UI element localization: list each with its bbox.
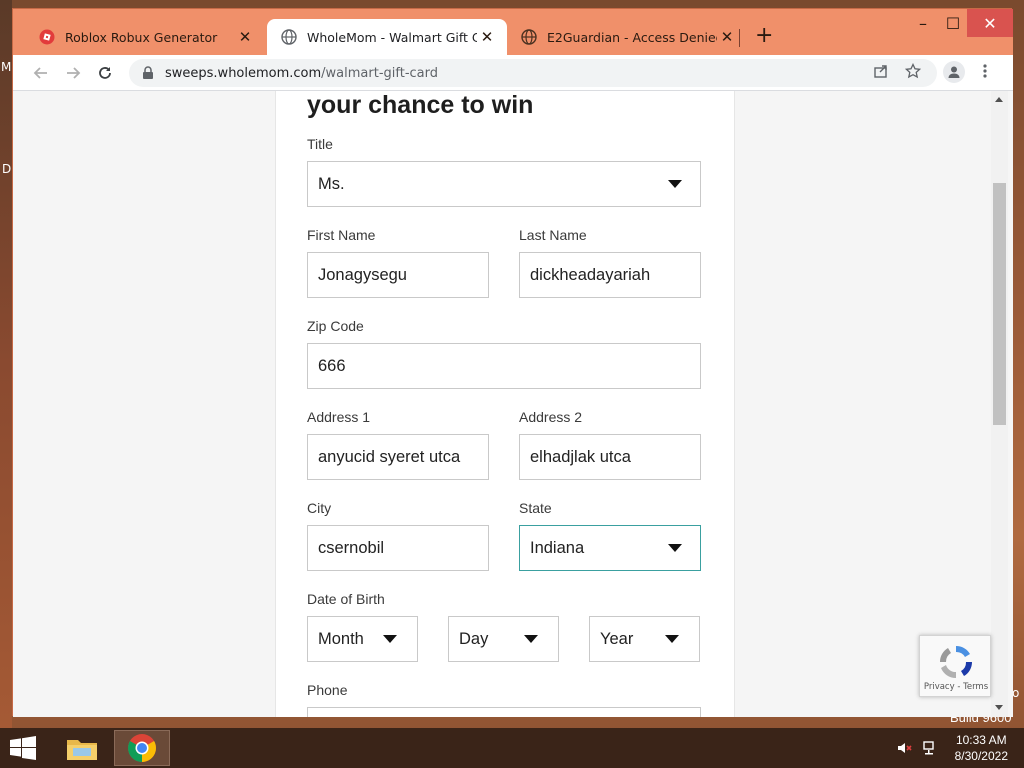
- new-tab-button[interactable]: +: [755, 25, 773, 47]
- address2-field[interactable]: elhadjlak utca: [519, 434, 701, 480]
- bookmark-star-icon[interactable]: [903, 61, 923, 81]
- tab-strip: Roblox Robux Generator ✕ WholeMom - Walm…: [13, 9, 1013, 55]
- dob-year-select[interactable]: Year: [589, 616, 700, 662]
- lock-icon: [143, 66, 153, 79]
- profile-avatar-icon[interactable]: [943, 61, 965, 83]
- dob-day-select[interactable]: Day: [448, 616, 559, 662]
- dob-month-value: Month: [318, 629, 364, 648]
- first-name-label: First Name: [307, 227, 376, 243]
- folder-icon: [67, 740, 97, 760]
- desktop-edge-text: o: [1012, 686, 1020, 700]
- forward-button[interactable]: [61, 61, 85, 85]
- back-button[interactable]: [29, 61, 53, 85]
- tab-e2guardian[interactable]: E2Guardian - Access Denied ✕: [507, 19, 747, 55]
- title-label: Title: [307, 136, 333, 152]
- title-select-value: Ms.: [318, 174, 345, 193]
- scroll-thumb[interactable]: [993, 183, 1006, 425]
- chevron-down-icon: [665, 635, 679, 643]
- tab-title: E2Guardian - Access Denied: [547, 29, 717, 45]
- url-path: /walmart-gift-card: [321, 65, 439, 81]
- title-select[interactable]: Ms.: [307, 161, 701, 207]
- clock-date: 8/30/2022: [954, 749, 1008, 763]
- desktop-edge-text: M: [1, 60, 12, 74]
- zip-code-label: Zip Code: [307, 318, 364, 334]
- share-icon[interactable]: [871, 61, 891, 81]
- tab-title: WholeMom - Walmart Gift Card: [307, 29, 477, 45]
- dob-month-select[interactable]: Month: [307, 616, 418, 662]
- dob-label: Date of Birth: [307, 591, 385, 607]
- vertical-scrollbar[interactable]: [991, 91, 1008, 717]
- more-menu-icon[interactable]: [975, 61, 995, 81]
- chrome-icon: [128, 734, 156, 762]
- windows-start-icon[interactable]: [8, 736, 38, 760]
- tab-roblox[interactable]: Roblox Robux Generator ✕: [25, 19, 265, 55]
- close-window-button[interactable]: ✕: [967, 9, 1013, 37]
- state-select-value: Indiana: [530, 538, 585, 557]
- minimize-button[interactable]: –: [909, 9, 937, 37]
- zip-code-field[interactable]: 666: [307, 343, 701, 389]
- first-name-field[interactable]: Jonagysegu: [307, 252, 489, 298]
- maximize-button[interactable]: ☐: [939, 9, 967, 37]
- globe-icon: [521, 29, 537, 45]
- scroll-up-arrow-icon[interactable]: [995, 97, 1003, 102]
- dob-day-value: Day: [459, 629, 489, 648]
- recaptcha-icon: [939, 645, 973, 679]
- address1-label: Address 1: [307, 409, 371, 425]
- arrow-right-icon: [67, 67, 81, 79]
- form-heading: your chance to win: [307, 91, 534, 119]
- phone-label: Phone: [307, 682, 348, 698]
- url-text: sweeps.wholemom.com/walmart-gift-card: [165, 66, 438, 81]
- file-explorer-taskbar-item[interactable]: [54, 730, 110, 766]
- chevron-down-icon: [668, 180, 682, 188]
- recaptcha-terms[interactable]: Privacy - Terms: [920, 682, 992, 692]
- chevron-down-icon: [524, 635, 538, 643]
- desktop-edge-text: D: [2, 162, 12, 176]
- speaker-muted-icon[interactable]: [896, 740, 912, 760]
- url-host: sweeps.wholemom.com: [165, 65, 322, 81]
- browser-window: Roblox Robux Generator ✕ WholeMom - Walm…: [12, 8, 1013, 717]
- taskbar: 10:33 AM 8/30/2022: [0, 728, 1024, 768]
- clock-time: 10:33 AM: [955, 733, 1007, 747]
- city-field[interactable]: csernobil: [307, 525, 489, 571]
- address2-label: Address 2: [519, 409, 583, 425]
- city-label: City: [307, 500, 332, 516]
- scroll-down-arrow-icon[interactable]: [995, 705, 1003, 710]
- dob-year-value: Year: [600, 629, 634, 648]
- tab-close-icon[interactable]: ✕: [717, 28, 737, 46]
- address1-field[interactable]: anyucid syeret utca: [307, 434, 489, 480]
- roblox-icon: [39, 29, 55, 45]
- last-name-label: Last Name: [519, 227, 587, 243]
- arrow-left-icon: [33, 67, 47, 79]
- tab-title: Roblox Robux Generator: [65, 29, 218, 45]
- desktop-background: [0, 0, 12, 728]
- globe-icon: [281, 29, 297, 45]
- phone-field[interactable]: [307, 707, 701, 717]
- taskbar-clock[interactable]: 10:33 AM 8/30/2022: [955, 732, 1008, 764]
- tab-close-icon[interactable]: ✕: [235, 28, 255, 46]
- last-name-field[interactable]: dickheadayariah: [519, 252, 701, 298]
- network-icon[interactable]: [922, 740, 938, 760]
- browser-toolbar: sweeps.wholemom.com/walmart-gift-card: [13, 55, 1013, 91]
- chevron-down-icon: [668, 544, 682, 552]
- chevron-down-icon: [383, 635, 397, 643]
- page-viewport: your chance to win Title Ms. First Name …: [13, 91, 1013, 717]
- recaptcha-badge[interactable]: Privacy - Terms: [919, 635, 991, 697]
- state-label: State: [519, 500, 552, 516]
- entry-form: your chance to win Title Ms. First Name …: [275, 91, 735, 717]
- tab-close-icon[interactable]: ✕: [477, 28, 497, 46]
- tab-separator: [739, 29, 740, 47]
- reload-icon: [99, 67, 111, 79]
- address-bar[interactable]: sweeps.wholemom.com/walmart-gift-card: [129, 59, 937, 87]
- state-select[interactable]: Indiana: [519, 525, 701, 571]
- tab-wholemom[interactable]: WholeMom - Walmart Gift Card ✕: [267, 19, 507, 55]
- reload-button[interactable]: [93, 61, 117, 85]
- chrome-taskbar-item[interactable]: [114, 730, 170, 766]
